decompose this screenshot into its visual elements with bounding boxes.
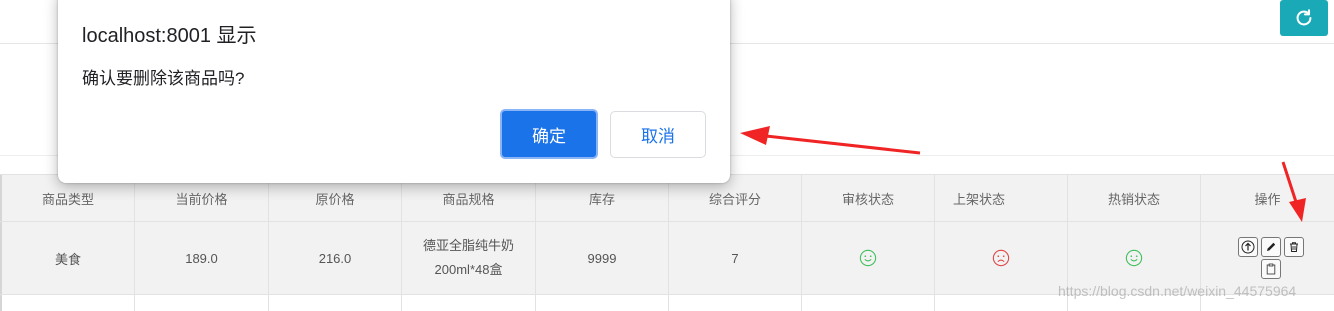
empty-cell — [934, 295, 1067, 311]
header-hot-status: 热销状态 — [1067, 175, 1200, 221]
shelf-up-button[interactable] — [1237, 237, 1258, 257]
watermark: https://blog.csdn.net/weixin_44575964 — [1058, 283, 1297, 299]
refresh-button[interactable] — [1280, 0, 1328, 36]
clipboard-icon — [1266, 263, 1275, 275]
empty-cell — [0, 295, 134, 311]
cell-audit-status — [801, 222, 934, 294]
confirm-dialog: localhost:8001 显示 确认要删除该商品吗? 确定 取消 — [58, 0, 730, 183]
empty-cell — [401, 295, 535, 311]
header-actions: 操作 — [1200, 175, 1334, 221]
empty-cell — [801, 295, 934, 311]
smile-icon[interactable] — [1125, 249, 1143, 267]
cell-price: 189.0 — [134, 222, 268, 294]
cell-original-price: 216.0 — [268, 222, 401, 294]
refresh-icon — [1296, 9, 1312, 26]
confirm-button[interactable]: 确定 — [500, 109, 598, 159]
empty-cell — [535, 295, 668, 311]
edit-icon — [1266, 242, 1275, 251]
delete-button[interactable] — [1283, 237, 1304, 257]
cell-spec: 德亚全脂纯牛奶200ml*48盒 — [401, 222, 535, 294]
dialog-title: localhost:8001 显示 — [82, 25, 257, 47]
cell-stock: 9999 — [535, 222, 668, 294]
smile-icon[interactable] — [859, 249, 877, 267]
cell-type: 美食 — [0, 222, 134, 294]
up-arrow-icon — [1241, 240, 1254, 254]
cancel-button[interactable]: 取消 — [610, 111, 706, 158]
empty-cell — [134, 295, 268, 311]
cell-shelf-status — [934, 222, 1067, 294]
empty-cell — [268, 295, 401, 311]
header-audit-status: 审核状态 — [801, 175, 934, 221]
spec-text: 德亚全脂纯牛奶200ml*48盒 — [422, 238, 514, 277]
copy-button[interactable] — [1260, 259, 1281, 279]
cell-rating: 7 — [668, 222, 801, 294]
empty-cell — [668, 295, 801, 311]
frown-icon[interactable] — [992, 249, 1010, 267]
dialog-message: 确认要删除该商品吗? — [82, 69, 245, 88]
trash-icon — [1289, 242, 1298, 252]
edit-button[interactable] — [1260, 237, 1281, 257]
header-shelf-status: 上架状态 — [934, 175, 1067, 221]
